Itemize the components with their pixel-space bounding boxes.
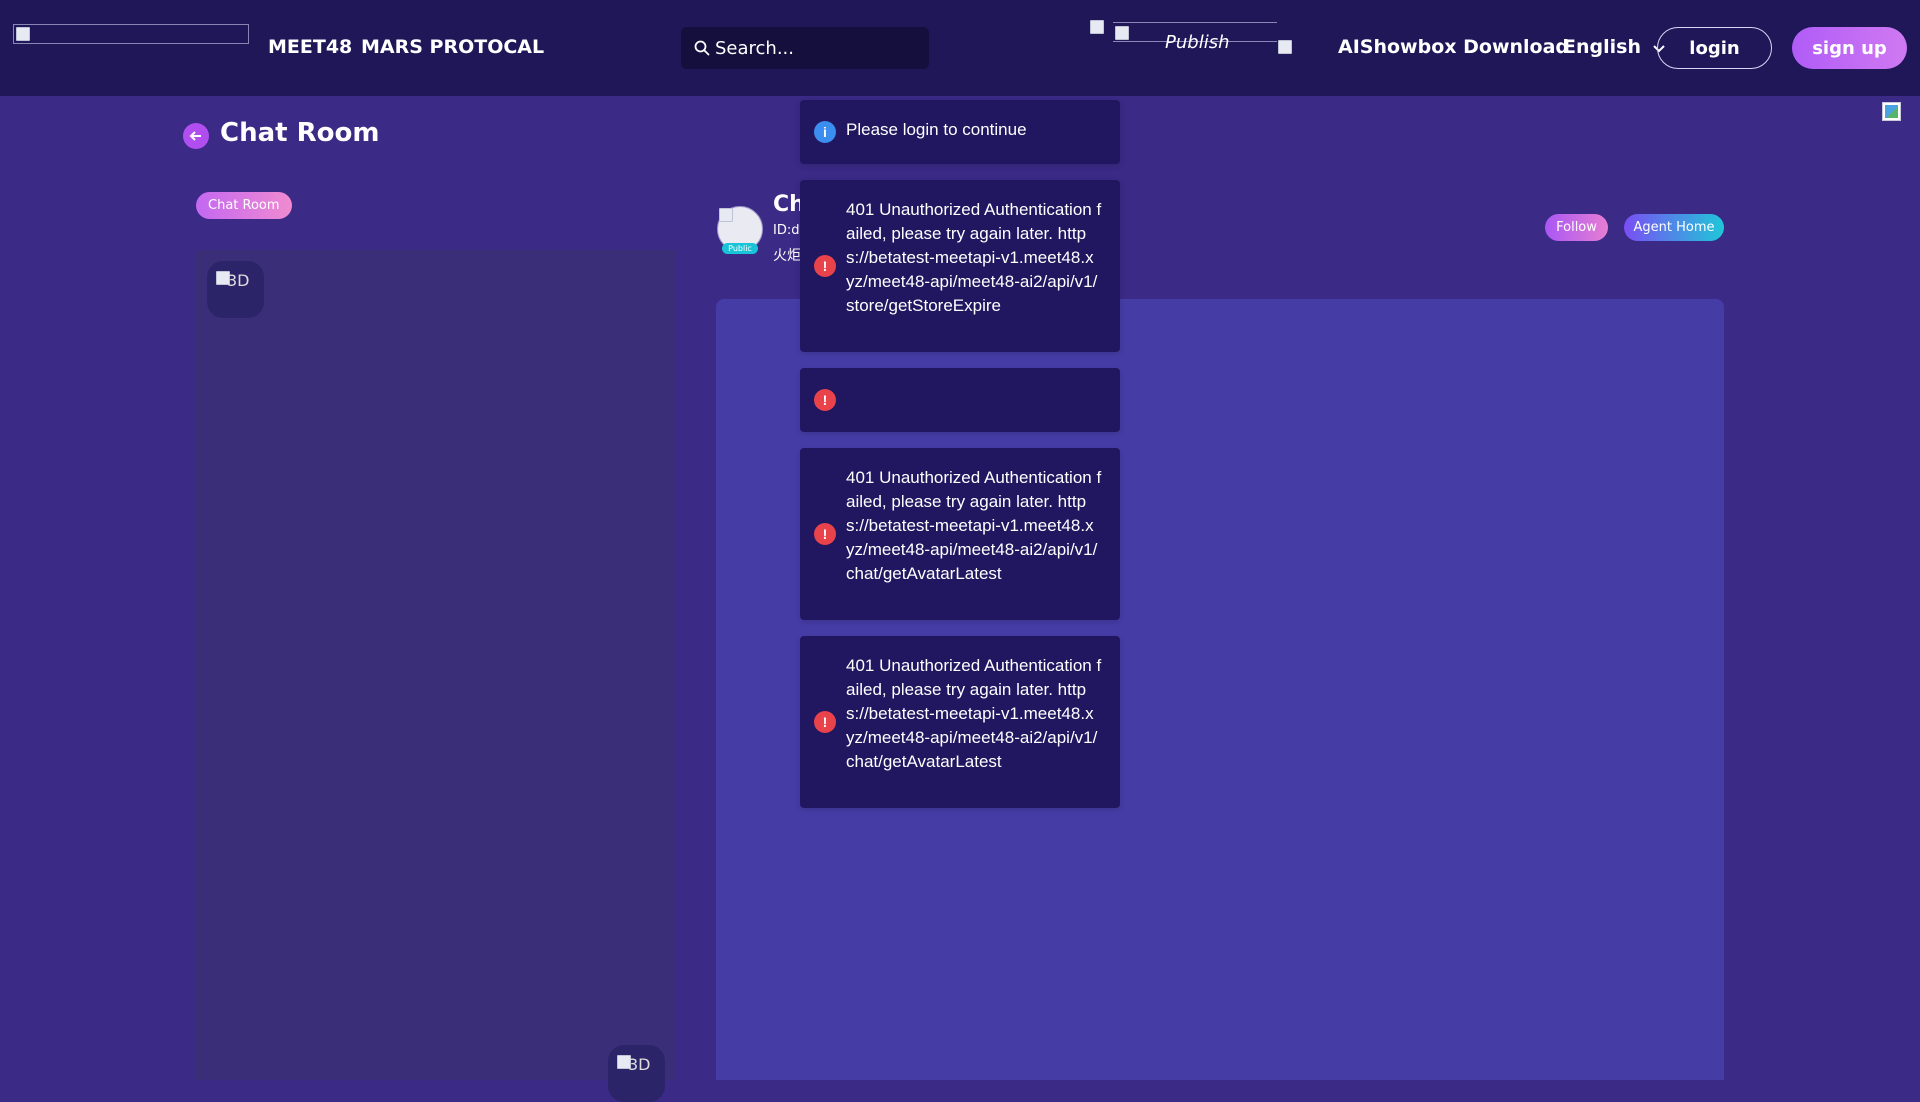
chat-room-tab[interactable]: Chat Room	[196, 192, 292, 219]
image-alt-text: 3D	[227, 271, 250, 290]
image-alt-text: 3D	[628, 1055, 651, 1074]
toast-message: 401 Unauthorized Authentication failed, …	[846, 656, 1102, 771]
broken-image-icon	[1090, 20, 1104, 34]
landscape-icon	[1885, 105, 1898, 118]
info-icon: i	[814, 121, 836, 143]
toast-error: ! 401 Unauthorized Authentication failed…	[800, 448, 1120, 620]
error-icon: !	[814, 523, 836, 545]
toast-error: ! 401 Unauthorized Authentication failed…	[800, 636, 1120, 808]
error-icon: !	[814, 711, 836, 733]
broken-image-icon	[719, 208, 733, 222]
broken-image-icon	[16, 27, 30, 41]
broken-image-icon	[1278, 40, 1292, 54]
3d-toggle-badge-top[interactable]: 3D	[207, 261, 264, 318]
login-button[interactable]: login	[1657, 27, 1772, 69]
toast-message: 401 Unauthorized Authentication failed, …	[846, 200, 1102, 315]
agent-home-button[interactable]: Agent Home	[1624, 214, 1724, 241]
3d-toggle-badge-bottom[interactable]: 3D	[608, 1045, 665, 1102]
top-navigation-bar: MEET48 MARS PROTOCAL Publish AIShowbox D…	[0, 0, 1920, 96]
toast-error: ! 401 Unauthorized Authentication failed…	[800, 180, 1120, 352]
nav-link-mars-protocal[interactable]: MARS PROTOCAL	[361, 36, 544, 58]
publish-button[interactable]: Publish	[1165, 32, 1229, 53]
publish-area[interactable]: Publish	[1090, 20, 1295, 60]
broken-image-icon	[1115, 26, 1129, 40]
3d-model-panel: 3D 3D	[196, 250, 676, 1102]
search-box[interactable]	[681, 27, 929, 69]
error-icon: !	[814, 255, 836, 277]
aishowbox-download-link[interactable]: AIShowbox Download	[1338, 36, 1569, 58]
public-badge: Public	[722, 243, 758, 254]
follow-button[interactable]: Follow	[1545, 214, 1608, 241]
agent-id: ID:d	[773, 223, 800, 238]
toast-info: i Please login to continue	[800, 100, 1120, 164]
corner-image-icon[interactable]	[1882, 102, 1901, 121]
search-input[interactable]	[713, 27, 923, 69]
error-icon: !	[814, 389, 836, 411]
agent-description: 火炬	[773, 248, 801, 264]
toast-message: 401 Unauthorized Authentication failed, …	[846, 468, 1102, 583]
nav-link-meet48[interactable]: MEET48	[268, 36, 352, 58]
signup-button[interactable]: sign up	[1792, 27, 1907, 69]
language-select[interactable]: English	[1563, 36, 1666, 58]
page-title: Chat Room	[220, 118, 380, 148]
back-button[interactable]	[183, 123, 209, 149]
arrow-left-icon	[189, 131, 201, 141]
search-icon	[694, 40, 710, 56]
toast-error: !	[800, 368, 1120, 432]
toast-message: Please login to continue	[846, 120, 1027, 139]
language-label: English	[1563, 36, 1641, 58]
site-logo[interactable]	[13, 24, 249, 44]
